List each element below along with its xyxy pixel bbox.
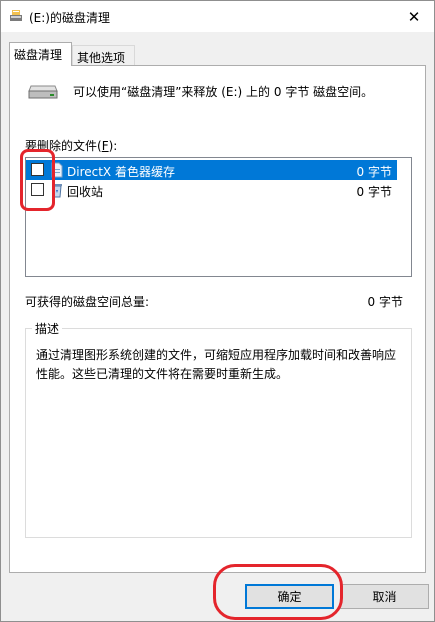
disk-cleanup-panel: 可以使用“磁盘清理”来释放 (E:) 上的 0 字节 磁盘空间。 要删除的文件(… bbox=[9, 65, 426, 573]
description-title: 描述 bbox=[32, 320, 63, 337]
intro-text: 可以使用“磁盘清理”来释放 (E:) 上的 0 字节 磁盘空间。 bbox=[73, 85, 374, 99]
checkbox[interactable] bbox=[31, 183, 44, 196]
list-item-directx-cache[interactable]: DirectX 着色器缓存 0 字节 bbox=[26, 160, 397, 180]
total-space-label: 可获得的磁盘空间总量: bbox=[25, 295, 150, 309]
recycle-bin-icon bbox=[52, 184, 62, 198]
list-item-recycle-bin[interactable]: 回收站 0 字节 bbox=[26, 180, 397, 200]
document-icon bbox=[51, 162, 63, 178]
cancel-button-label: 取消 bbox=[372, 590, 397, 604]
ok-button-label: 确定 bbox=[277, 590, 302, 604]
files-to-delete-label: 要删除的文件(F): bbox=[25, 139, 118, 153]
drive-icon bbox=[28, 85, 58, 99]
tab-disk-cleanup[interactable]: 磁盘清理 bbox=[9, 42, 72, 66]
total-space-value: 0 字节 bbox=[367, 295, 403, 309]
close-icon: ✕ bbox=[407, 7, 421, 26]
tab-label: 磁盘清理 bbox=[14, 48, 63, 62]
tab-more-options[interactable]: 其他选项 bbox=[72, 45, 135, 66]
disk-cleanup-window: (E:)的磁盘清理 ✕ 磁盘清理 其他选项 可以使用“磁盘清理”来释放 (E:)… bbox=[0, 0, 435, 622]
disk-cleanup-icon bbox=[10, 10, 22, 21]
item-name: DirectX 着色器缓存 bbox=[67, 165, 175, 179]
window-title: (E:)的磁盘清理 bbox=[29, 11, 110, 25]
description-text: 通过清理图形系统创建的文件，可缩短应用程序加载时间和改善响应性能。这些已清理的文… bbox=[36, 348, 397, 381]
item-name: 回收站 bbox=[67, 185, 104, 199]
item-size: 0 字节 bbox=[356, 185, 392, 199]
description-group: 描述 通过清理图形系统创建的文件，可缩短应用程序加载时间和改善响应性能。这些已清… bbox=[25, 320, 412, 538]
cancel-button[interactable]: 取消 bbox=[340, 584, 429, 609]
item-size: 0 字节 bbox=[356, 165, 392, 179]
ok-button[interactable]: 确定 bbox=[245, 584, 334, 609]
close-button[interactable]: ✕ bbox=[394, 1, 434, 32]
checkbox[interactable] bbox=[31, 163, 44, 176]
tab-label: 其他选项 bbox=[77, 51, 126, 65]
files-list[interactable]: DirectX 着色器缓存 0 字节 回收站 0 字节 bbox=[25, 157, 412, 277]
title-bar[interactable]: (E:)的磁盘清理 ✕ bbox=[1, 1, 434, 32]
